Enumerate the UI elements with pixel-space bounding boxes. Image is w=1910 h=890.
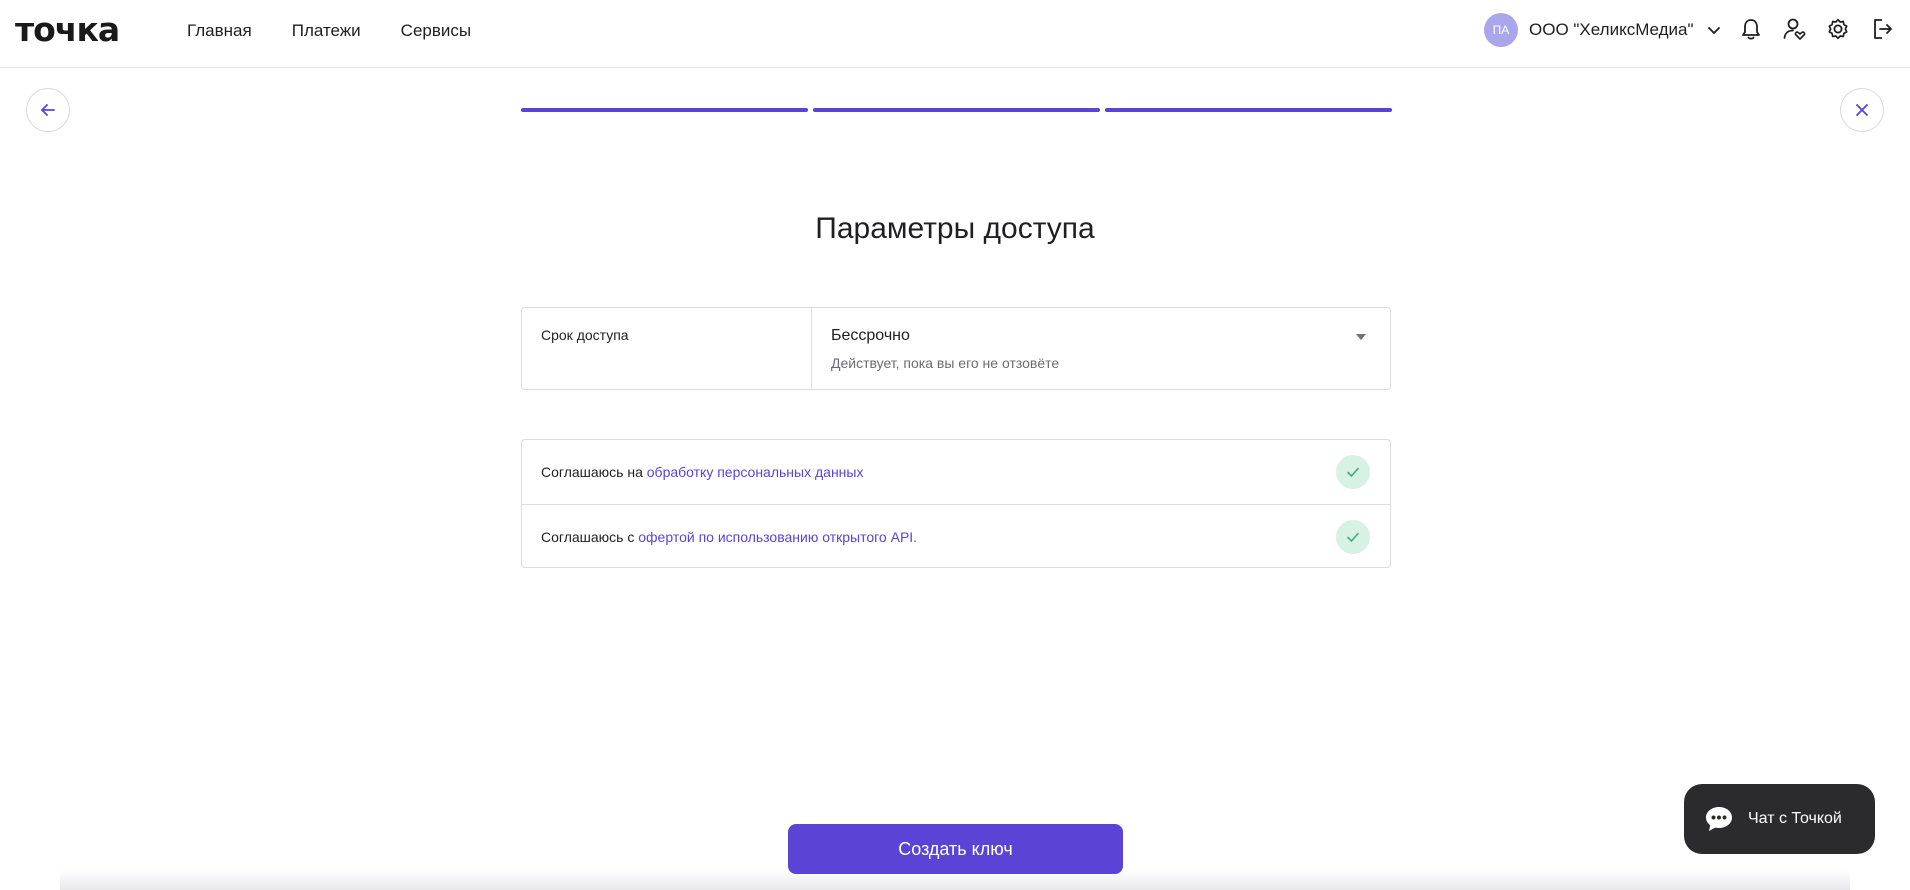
access-period-field: Срок доступа Бессрочно Действует, пока в… bbox=[521, 307, 1391, 390]
dropdown-caret-icon bbox=[1356, 334, 1366, 340]
personal-data-link[interactable]: обработку персональных данных bbox=[647, 464, 864, 480]
create-key-button[interactable]: Создать ключ bbox=[788, 824, 1123, 874]
consent-personal-data: Соглашаюсь на обработку персональных дан… bbox=[522, 440, 1390, 504]
logout-icon[interactable] bbox=[1869, 16, 1895, 42]
step-progress bbox=[521, 108, 1392, 112]
consent-api-offer: Соглашаюсь с офертой по использованию от… bbox=[522, 504, 1390, 568]
org-name: ООО "ХеликсМедиа" bbox=[1529, 20, 1694, 39]
arrow-left-icon bbox=[41, 104, 55, 116]
top-header: точка Главная Платежи Сервисы ПА ООО "Хе… bbox=[0, 0, 1910, 68]
main-nav: Главная Платежи Сервисы bbox=[187, 21, 471, 41]
api-offer-link[interactable]: офертой по использованию открытого API. bbox=[638, 529, 917, 545]
consent-prefix: Соглашаюсь с bbox=[541, 528, 639, 545]
tochka-logo[interactable]: точка bbox=[15, 10, 120, 49]
avatar: ПА bbox=[1484, 13, 1518, 47]
checkmark-icon bbox=[1347, 532, 1359, 542]
user-heart-icon[interactable] bbox=[1781, 16, 1807, 42]
consent-checkbox-personal-data[interactable] bbox=[1336, 455, 1370, 489]
access-period-hint: Действует, пока вы его не отзовёте bbox=[831, 355, 1060, 371]
consents-list: Соглашаюсь на обработку персональных дан… bbox=[521, 439, 1391, 568]
access-period-label: Срок доступа bbox=[522, 308, 812, 389]
access-period-select[interactable]: Бессрочно Действует, пока вы его не отзо… bbox=[812, 308, 1390, 389]
consent-checkbox-api-offer[interactable] bbox=[1336, 520, 1370, 554]
chat-label: Чат с Точкой bbox=[1748, 810, 1842, 827]
org-switcher[interactable]: ПА ООО "ХеликсМедиа" bbox=[1484, 13, 1722, 47]
back-button[interactable] bbox=[26, 88, 70, 132]
checkmark-icon bbox=[1347, 467, 1359, 477]
progress-step-3 bbox=[1105, 108, 1392, 112]
consent-text: Соглашаюсь на обработку персональных дан… bbox=[541, 464, 863, 480]
chevron-down-icon bbox=[1707, 27, 1720, 34]
progress-step-2 bbox=[813, 108, 1100, 112]
nav-item-payments[interactable]: Платежи bbox=[292, 21, 361, 41]
consent-text: Соглашаюсь с офертой по использованию от… bbox=[541, 529, 917, 545]
close-button[interactable] bbox=[1840, 88, 1884, 132]
access-period-value: Бессрочно bbox=[831, 327, 910, 344]
page-title: Параметры доступа bbox=[815, 212, 1095, 245]
nav-item-home[interactable]: Главная bbox=[187, 21, 252, 41]
close-icon bbox=[1856, 104, 1868, 116]
chat-button[interactable]: Чат с Точкой bbox=[1684, 784, 1875, 854]
nav-item-services[interactable]: Сервисы bbox=[401, 21, 471, 41]
gear-icon[interactable] bbox=[1825, 16, 1851, 42]
progress-step-1 bbox=[521, 108, 808, 112]
bell-icon[interactable] bbox=[1738, 16, 1764, 42]
chat-bubble-icon bbox=[1706, 807, 1732, 831]
consent-prefix: Соглашаюсь на bbox=[541, 464, 647, 480]
